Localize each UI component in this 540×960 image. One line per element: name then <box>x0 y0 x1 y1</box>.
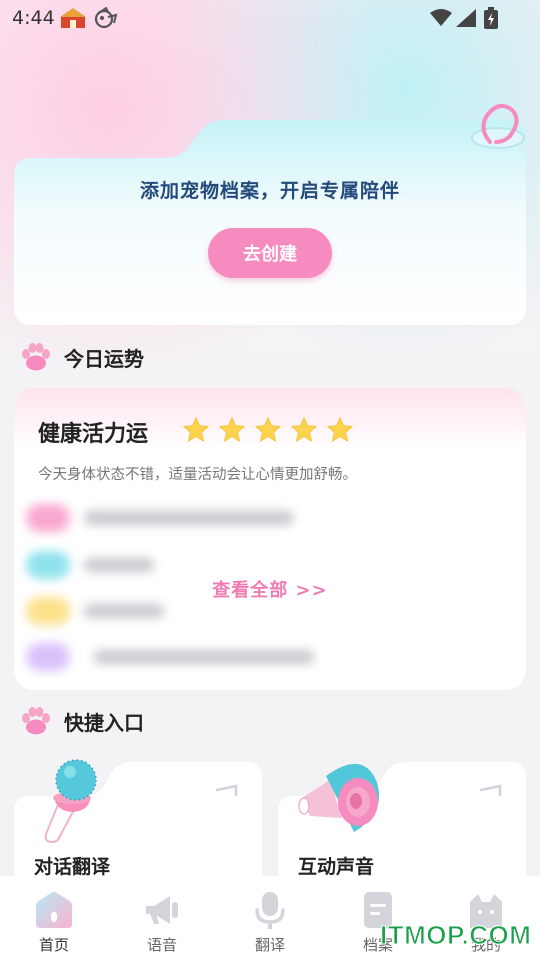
watermark: ITMOP.COM <box>379 920 532 951</box>
ring-decoration-icon <box>471 103 525 149</box>
corner-arrow-icon <box>480 784 502 796</box>
blurred-fortune-row <box>14 501 526 535</box>
create-card-background <box>14 120 526 325</box>
corner-arrow-icon <box>216 784 238 796</box>
fortune-stars <box>182 416 362 444</box>
microphone-icon <box>44 759 97 844</box>
fortune-card: 健康活力运 今天身体状态不错，适量活动会让心情更加舒畅。 查看全部 >> <box>14 388 526 690</box>
megaphone-icon <box>298 763 380 832</box>
quick-entry-label: 互动声音 <box>298 856 375 878</box>
paw-icon <box>22 707 50 735</box>
home-icon <box>36 892 72 928</box>
fortune-description: 今天身体状态不错，适量活动会让心情更加舒畅。 <box>38 467 357 483</box>
nav-item-home[interactable]: 首页 <box>0 876 108 960</box>
create-button[interactable]: 去创建 <box>208 228 332 278</box>
quick-entry-translate-chat[interactable]: 对话翻译 <box>14 759 262 890</box>
quick-section-header: 快捷入口 <box>20 706 144 736</box>
fortune-name: 健康活力运 <box>38 422 149 447</box>
create-profile-card: 添加宠物档案，开启专属陪伴 去创建 <box>14 103 526 325</box>
star-icon <box>327 417 353 442</box>
wifi-icon <box>430 9 452 26</box>
blurred-fortune-row <box>14 640 526 674</box>
view-all-link[interactable]: 查看全部 >> <box>14 576 526 602</box>
battery-icon <box>484 7 498 29</box>
create-card-title: 添加宠物档案，开启专属陪伴 <box>139 180 400 202</box>
app-notification-icon-2 <box>94 7 118 29</box>
star-icon <box>255 417 281 442</box>
paw-icon <box>22 343 50 371</box>
fortune-section-header: 今日运势 <box>20 342 144 372</box>
quick-entry-label: 对话翻译 <box>34 856 111 878</box>
status-bar: 4:44 <box>0 0 540 36</box>
quick-entry-interactive-sound[interactable]: 互动声音 <box>278 762 526 890</box>
microphone-icon <box>255 892 285 929</box>
signal-icon <box>456 9 476 27</box>
nav-item-voice[interactable]: 语音 <box>108 876 216 960</box>
fortune-section-title: 今日运势 <box>64 346 144 371</box>
nav-label: 首页 <box>38 936 69 954</box>
star-icon <box>219 417 245 442</box>
quick-section-title: 快捷入口 <box>64 710 144 735</box>
star-icon <box>291 417 317 442</box>
megaphone-icon <box>146 896 178 924</box>
nav-item-translate[interactable]: 翻译 <box>216 876 324 960</box>
star-icon <box>183 417 209 442</box>
app-notification-icon <box>60 8 86 28</box>
status-time: 4:44 <box>12 7 55 29</box>
nav-label: 语音 <box>146 936 177 954</box>
nav-label: 翻译 <box>254 936 285 954</box>
